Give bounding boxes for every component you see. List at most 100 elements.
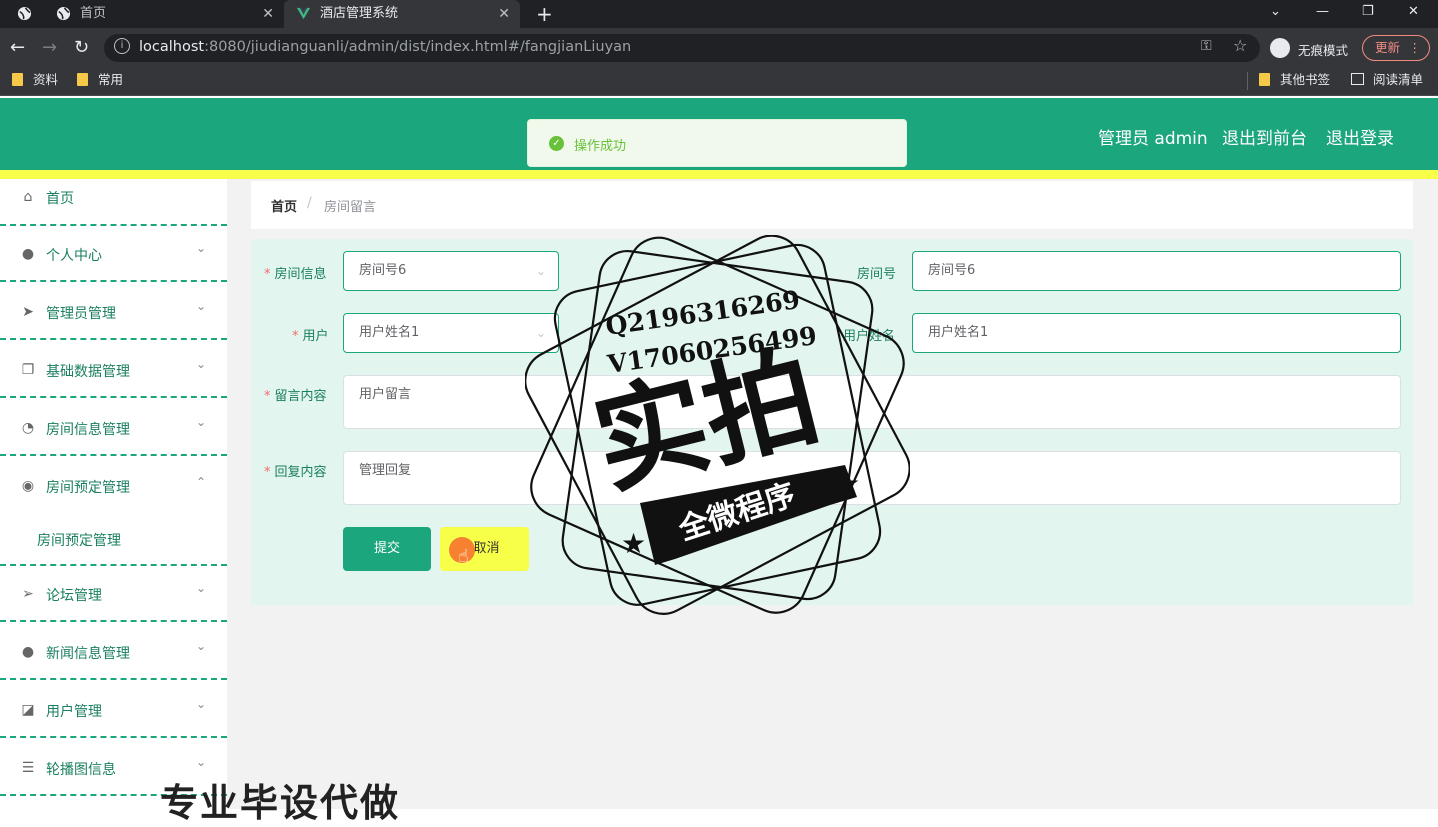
sidebar-item-label: 基础数据管理 bbox=[46, 364, 130, 380]
logout-link[interactable]: 退出登录 bbox=[1326, 124, 1394, 149]
url-path: :8080/jiudianguanli/admin/dist/index.htm… bbox=[204, 39, 632, 55]
bookmark-folder[interactable]: 资料 bbox=[12, 71, 58, 89]
required-mark: * bbox=[264, 465, 271, 480]
browser-tab-home[interactable]: 首页 ✕ bbox=[4, 0, 282, 28]
folder-icon bbox=[12, 73, 23, 86]
label-text: 房间信息 bbox=[274, 267, 327, 282]
submit-button[interactable]: 提交 bbox=[343, 527, 431, 571]
chevron-down-icon: ⌄ bbox=[196, 697, 207, 711]
back-icon[interactable]: ← bbox=[10, 37, 25, 59]
label-text: 留言内容 bbox=[274, 389, 327, 404]
bookmark-folder[interactable]: 常用 bbox=[77, 71, 123, 89]
bookmark-label: 常用 bbox=[98, 72, 124, 87]
chevron-up-icon: ⌃ bbox=[196, 475, 207, 489]
chevron-down-icon: ⌄ bbox=[196, 755, 207, 769]
sidebar-item-label: 论坛管理 bbox=[46, 588, 102, 604]
bookmarks-divider bbox=[1247, 72, 1248, 90]
room-no-label: 房间号 bbox=[857, 267, 897, 282]
chevron-down-icon: ⌄ bbox=[196, 299, 207, 313]
breadcrumb-home[interactable]: 首页 bbox=[271, 196, 297, 215]
incognito-icon bbox=[1270, 38, 1290, 58]
sidebar-item-forum[interactable]: ➢ 论坛管理 ⌄ bbox=[0, 566, 227, 622]
success-toast: ✓ 操作成功 bbox=[527, 119, 907, 167]
forward-icon[interactable]: → bbox=[42, 37, 57, 59]
key-icon[interactable]: ⚿ bbox=[1201, 38, 1212, 54]
room-no-input[interactable]: 房间号6 bbox=[912, 251, 1401, 291]
sidebar-subitem-room-booking[interactable]: 房间预定管理 bbox=[0, 514, 227, 566]
sidebar-item-label: 新闻信息管理 bbox=[46, 646, 130, 662]
sidebar-item-news[interactable]: ● 新闻信息管理 ⌄ bbox=[0, 624, 227, 680]
tab-title: 酒店管理系统 bbox=[320, 6, 399, 21]
sidebar-item-label: 个人中心 bbox=[46, 248, 102, 264]
navigation-icon: ➢ bbox=[22, 586, 34, 602]
incognito-label: 无痕模式 bbox=[1298, 43, 1349, 58]
globe-icon bbox=[56, 6, 71, 21]
breadcrumb-current: 房间留言 bbox=[324, 200, 377, 215]
sidebar-item-label: 用户管理 bbox=[46, 704, 102, 720]
reply-label: * 回复内容 bbox=[264, 461, 327, 480]
reading-list[interactable]: 阅读清单 bbox=[1351, 71, 1423, 89]
label-text: 用户 bbox=[302, 329, 329, 344]
info-icon[interactable]: i bbox=[114, 38, 130, 54]
hand-cursor-icon: ☝ bbox=[458, 546, 469, 567]
reload-icon[interactable]: ↻ bbox=[74, 37, 89, 59]
url-text[interactable]: localhost:8080/jiudianguanli/admin/dist/… bbox=[139, 39, 631, 55]
chevron-down-icon: ⌄ bbox=[535, 264, 546, 278]
update-label: 更新 bbox=[1375, 40, 1401, 55]
list-icon: ☰ bbox=[21, 760, 35, 776]
user-icon: ● bbox=[21, 246, 35, 262]
close-icon[interactable]: ✕ bbox=[262, 0, 274, 28]
sidebar-item-label: 房间信息管理 bbox=[46, 422, 130, 438]
star-icon[interactable]: ☆ bbox=[1233, 36, 1247, 55]
copy-icon: ❐ bbox=[21, 362, 35, 378]
more-icon: ⋮ bbox=[1408, 40, 1422, 55]
user-select[interactable]: 用户姓名1 ⌄ bbox=[343, 313, 559, 353]
toast-message: 操作成功 bbox=[574, 139, 627, 154]
room-info-select[interactable]: 房间号6 ⌄ bbox=[343, 251, 559, 291]
close-icon[interactable]: ✕ bbox=[498, 0, 510, 28]
window-close-icon[interactable]: ✕ bbox=[1408, 4, 1419, 19]
select-value: 房间号6 bbox=[359, 263, 407, 278]
folder-icon bbox=[77, 73, 88, 86]
required-mark: * bbox=[292, 329, 299, 344]
new-tab-button[interactable]: + bbox=[536, 2, 553, 26]
reply-textarea[interactable]: 管理回复 bbox=[343, 451, 1401, 505]
chevron-down-icon: ⌄ bbox=[196, 241, 207, 255]
select-value: 用户姓名1 bbox=[359, 325, 420, 340]
minimize-icon[interactable]: — bbox=[1316, 4, 1329, 19]
breadcrumb-separator: / bbox=[307, 195, 312, 211]
bookmark-label: 阅读清单 bbox=[1373, 72, 1424, 87]
browser-tab-active[interactable]: 酒店管理系统 ✕ bbox=[284, 0, 520, 28]
sidebar-item-home[interactable]: ⌂ 首页 bbox=[0, 170, 227, 226]
restore-icon[interactable]: ❐ bbox=[1362, 4, 1374, 19]
bookmark-folder[interactable]: 其他书签 bbox=[1259, 71, 1330, 89]
sidebar-item-base-data[interactable]: ❐ 基础数据管理 ⌄ bbox=[0, 342, 227, 398]
check-circle-icon: ✓ bbox=[549, 136, 564, 151]
chevron-down-icon: ⌄ bbox=[196, 357, 207, 371]
vue-logo-icon bbox=[296, 7, 311, 20]
tab-search-icon[interactable]: ⌄ bbox=[1270, 4, 1281, 19]
folder-icon bbox=[1259, 73, 1270, 86]
user-label: * 用户 bbox=[292, 325, 329, 344]
room-info-label: * 房间信息 bbox=[264, 263, 327, 282]
chevron-down-icon: ⌄ bbox=[196, 415, 207, 429]
bulb-icon: ◉ bbox=[21, 478, 35, 494]
bookmarks-bar bbox=[0, 68, 1438, 96]
sidebar-item-room-booking[interactable]: ◉ 房间预定管理 ⌃ bbox=[0, 458, 227, 514]
chevron-down-icon: ⌄ bbox=[196, 581, 207, 595]
update-button[interactable]: 更新 ⋮ bbox=[1362, 35, 1430, 61]
label-text: 回复内容 bbox=[274, 465, 327, 480]
exit-to-front-link[interactable]: 退出到前台 bbox=[1222, 124, 1307, 149]
url-host: localhost bbox=[139, 39, 205, 55]
user-icon: ● bbox=[21, 644, 35, 660]
bookmark-label: 其他书签 bbox=[1280, 72, 1331, 87]
user-name-input[interactable]: 用户姓名1 bbox=[912, 313, 1401, 353]
sidebar-item-users[interactable]: ◪ 用户管理 ⌄ bbox=[0, 682, 227, 738]
sidebar-item-room-info[interactable]: ◔ 房间信息管理 ⌄ bbox=[0, 400, 227, 456]
message-textarea[interactable]: 用户留言 bbox=[343, 375, 1401, 429]
admin-user-label: 管理员 admin bbox=[1098, 129, 1208, 149]
sidebar-item-admin[interactable]: ➤ 管理员管理 ⌄ bbox=[0, 284, 227, 340]
gauge-icon: ◔ bbox=[21, 420, 35, 436]
sidebar-item-label: 房间预定管理 bbox=[46, 480, 130, 496]
sidebar-item-profile[interactable]: ● 个人中心 ⌄ bbox=[0, 226, 227, 282]
